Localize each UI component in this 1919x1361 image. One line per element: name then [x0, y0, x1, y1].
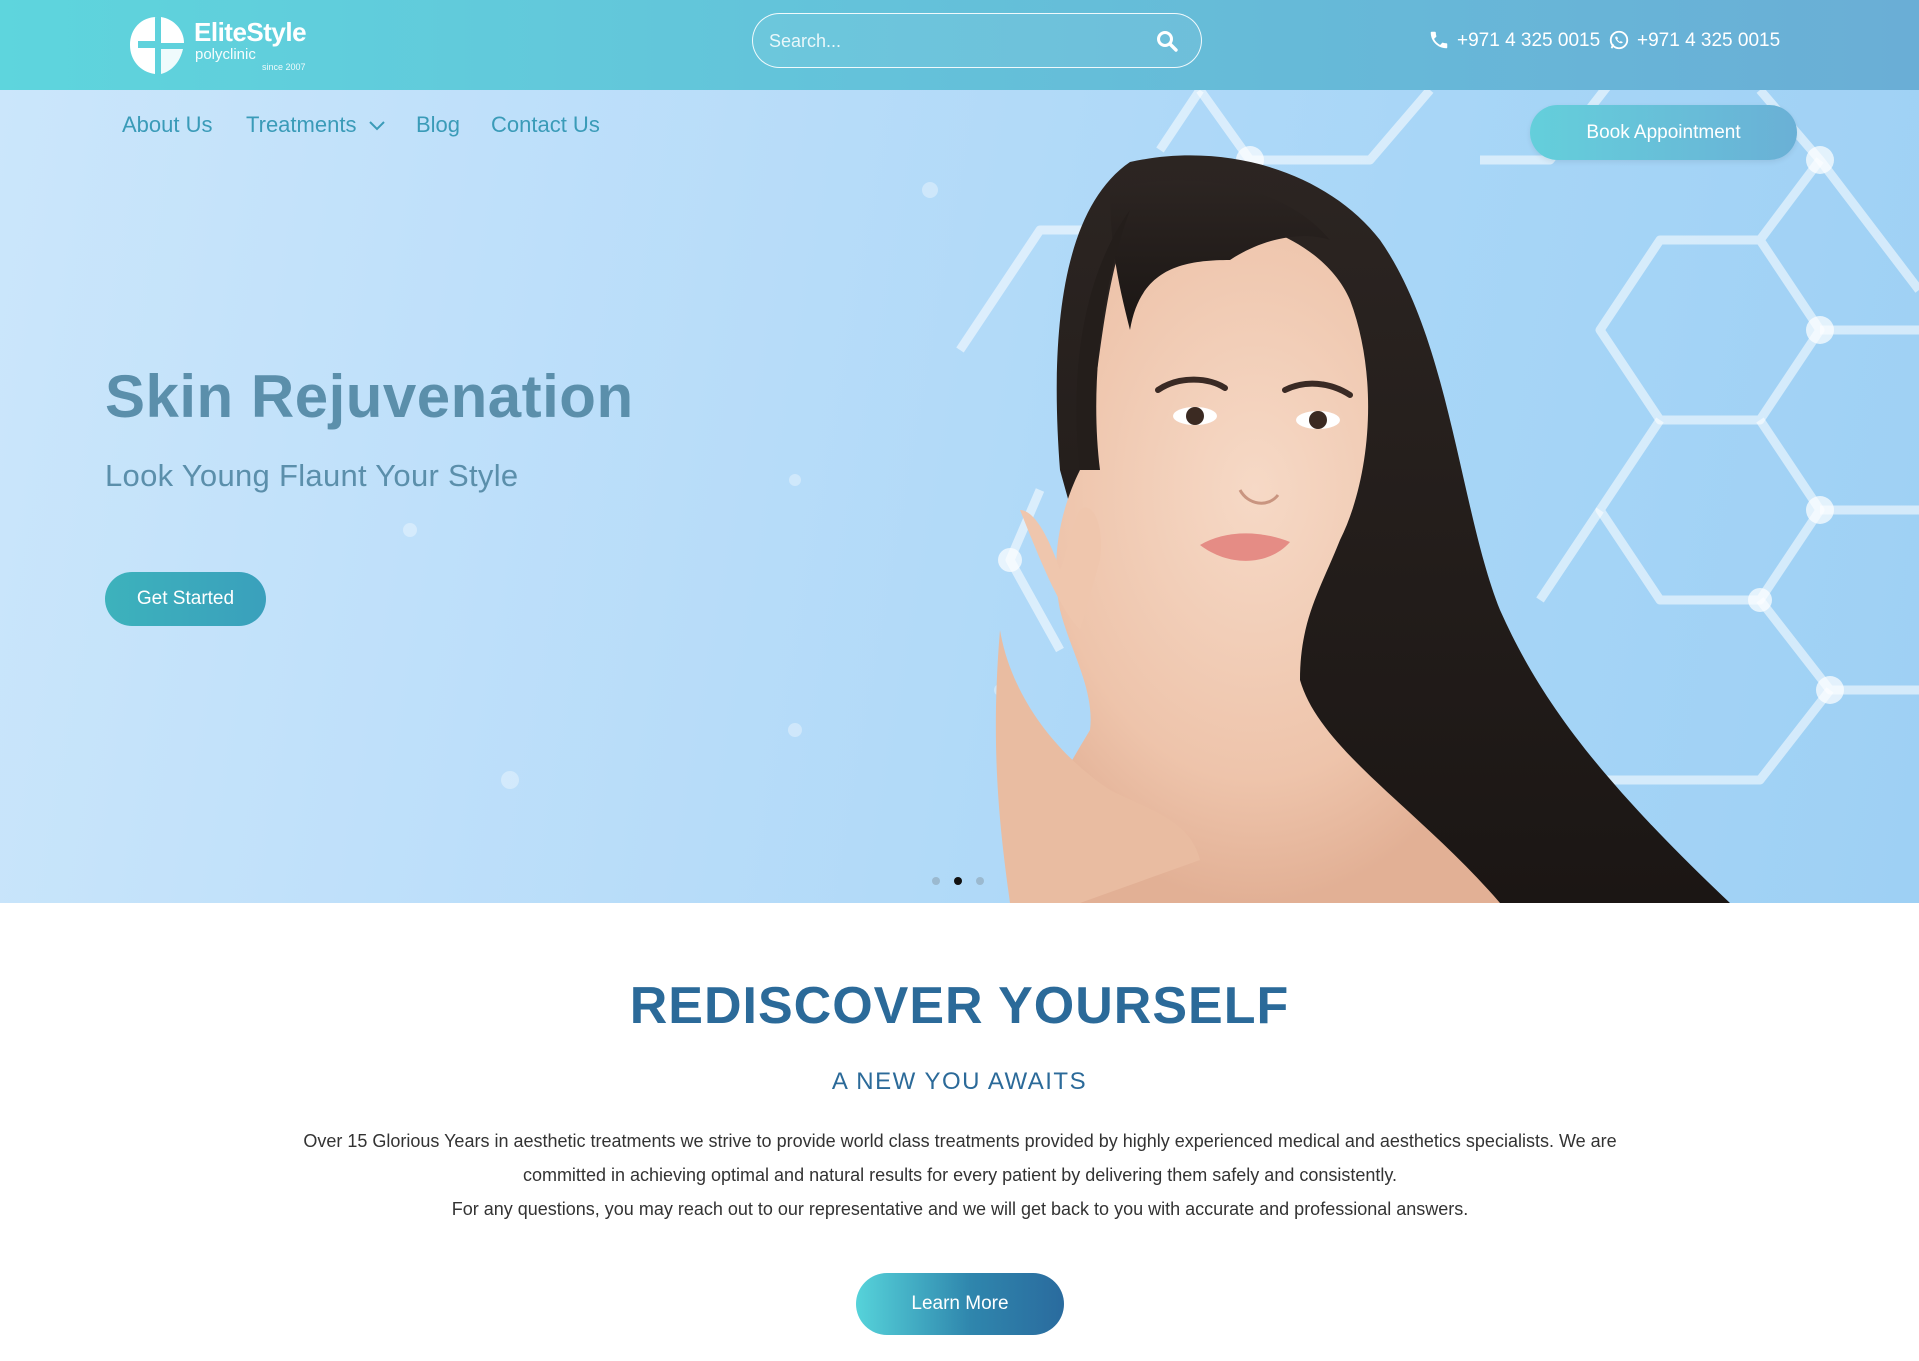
section-paragraph-2: For any questions, you may reach out to … — [451, 1199, 1469, 1219]
nav-treatments[interactable]: Treatments — [246, 112, 356, 138]
whatsapp-number[interactable]: +971 4 325 0015 — [1637, 30, 1780, 52]
top-bar: EliteStyle polyclinic since 2007 +971 4 … — [0, 0, 1919, 90]
brand-name: EliteStyle — [194, 17, 307, 47]
nav-about-us[interactable]: About Us — [122, 112, 213, 138]
section-paragraph-1: Over 15 Glorious Years in aesthetic trea… — [303, 1131, 1617, 1185]
section-title: REDISCOVER YOURSELF — [629, 977, 1290, 1035]
logo-mark-icon — [130, 17, 184, 74]
search-icon[interactable] — [1155, 29, 1179, 53]
search-box — [752, 13, 1202, 68]
hero-title: Skin Rejuvenation — [105, 363, 634, 430]
nav-contact-us[interactable]: Contact Us — [491, 112, 600, 138]
section-subtitle: A NEW YOU AWAITS — [831, 1068, 1088, 1095]
learn-more-button[interactable]: Learn More — [856, 1273, 1064, 1335]
chevron-down-icon[interactable] — [368, 120, 386, 132]
slider-dot-3[interactable] — [976, 877, 984, 885]
hero-slider: About Us Treatments Blog Contact Us Book… — [0, 90, 1919, 903]
search-input[interactable] — [767, 26, 1131, 56]
section-body: Over 15 Glorious Years in aesthetic trea… — [270, 1124, 1650, 1226]
slider-dot-2[interactable] — [954, 877, 962, 885]
book-appointment-button[interactable]: Book Appointment — [1530, 105, 1797, 160]
get-started-button[interactable]: Get Started — [105, 572, 266, 626]
hero-subtitle: Look Young Flaunt Your Style — [105, 458, 519, 493]
logo[interactable]: EliteStyle polyclinic since 2007 — [128, 14, 328, 76]
phone-number[interactable]: +971 4 325 0015 — [1457, 30, 1600, 52]
brand-subtitle: polyclinic — [195, 46, 256, 63]
nav-blog[interactable]: Blog — [416, 112, 460, 138]
phone-icon — [1430, 31, 1448, 49]
brand-since: since 2007 — [262, 62, 306, 72]
hero-image — [403, 90, 1919, 903]
whatsapp-icon — [1609, 30, 1629, 50]
slider-dot-1[interactable] — [932, 877, 940, 885]
